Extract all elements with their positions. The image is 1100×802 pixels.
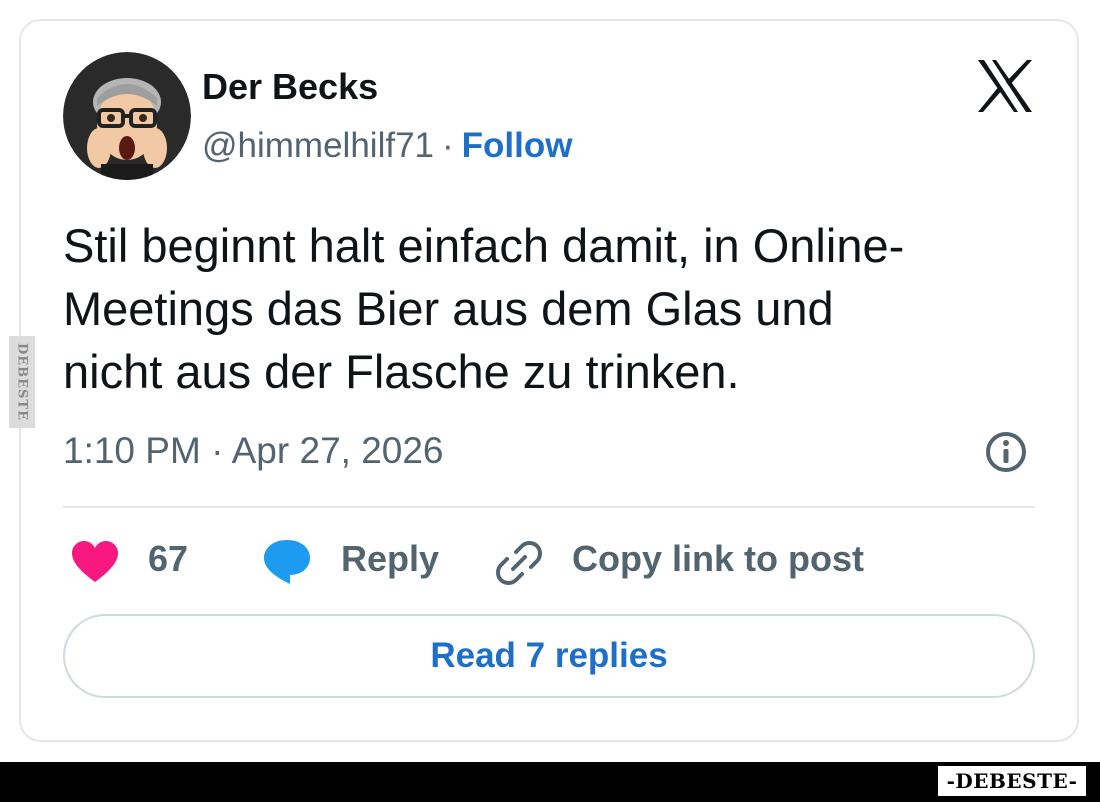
- watermark-logo: -DEBESTE-: [938, 766, 1086, 796]
- reply-button[interactable]: Reply: [341, 538, 439, 580]
- x-logo-icon[interactable]: [975, 58, 1035, 114]
- follow-button[interactable]: Follow: [462, 126, 573, 165]
- like-count[interactable]: 67: [148, 538, 188, 580]
- link-icon[interactable]: [496, 540, 542, 586]
- copy-link-button[interactable]: Copy link to post: [572, 538, 864, 580]
- heart-icon[interactable]: [70, 540, 120, 584]
- tweet-text: Stil beginnt halt einfach damit, in Onli…: [63, 219, 905, 398]
- watermark-bar: [0, 762, 1100, 802]
- author-handle[interactable]: @himmelhilf71: [202, 126, 434, 165]
- handle-row: @himmelhilf71 · Follow: [202, 126, 572, 166]
- separator: ·: [442, 126, 454, 165]
- info-icon[interactable]: [984, 430, 1028, 474]
- avatar[interactable]: [63, 52, 191, 180]
- timestamp[interactable]: 1:10 PM · Apr 27, 2026: [63, 430, 444, 472]
- side-watermark: DEBESTE: [9, 336, 35, 428]
- divider: [63, 506, 1035, 508]
- read-replies-button[interactable]: Read 7 replies: [63, 614, 1035, 698]
- speech-bubble-icon[interactable]: [262, 538, 312, 586]
- author-name[interactable]: Der Becks: [202, 66, 378, 108]
